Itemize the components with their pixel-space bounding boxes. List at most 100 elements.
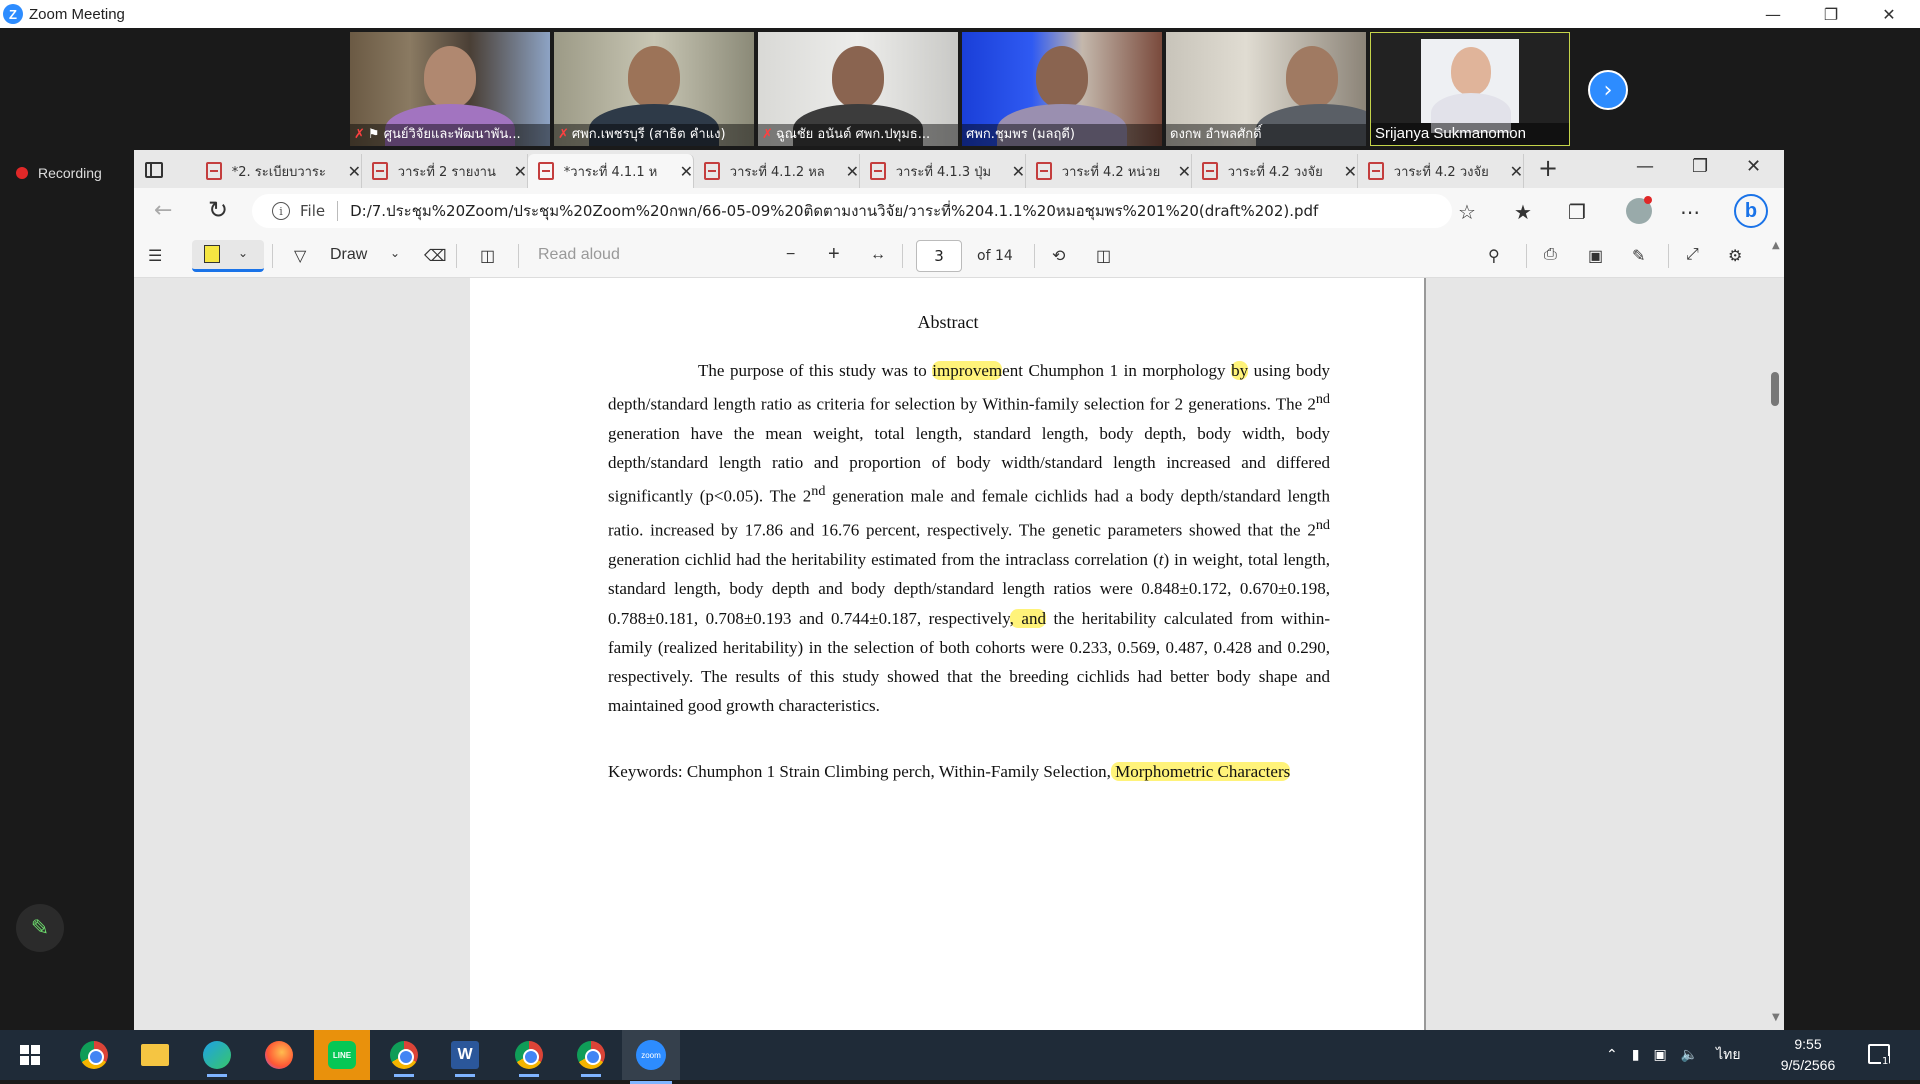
pdf-icon: [1368, 162, 1384, 180]
search-icon[interactable]: ⚲: [1488, 246, 1500, 266]
edge-taskbar-button[interactable]: [199, 1037, 235, 1077]
close-tab-icon[interactable]: ✕: [348, 162, 361, 181]
video-tile-active-speaker[interactable]: Srijanya Sukmanomon: [1370, 32, 1570, 146]
url-text[interactable]: D:/7.ประชุม%20Zoom/ประชุม%20Zoom%20กพก/6…: [350, 199, 1390, 223]
chrome-icon: [577, 1041, 605, 1069]
windows-taskbar: LINE W zoom ⌃ ▮ ▣ 🔈 ไทย 9:55 9/5/2566 1: [0, 1030, 1920, 1084]
collections-icon[interactable]: ❐: [1568, 200, 1586, 224]
video-tile[interactable]: ศพก.ชุมพร (มลฤดี): [962, 32, 1162, 146]
close-tab-icon[interactable]: ✕: [1178, 162, 1191, 181]
chrome-profile-taskbar-button[interactable]: [511, 1037, 547, 1077]
browser-tab[interactable]: วาระที่ 4.1.3 ปุ่ม ✕: [860, 154, 1026, 188]
draw-icon[interactable]: ▽: [294, 246, 306, 266]
browser-close-button[interactable]: ✕: [1746, 156, 1761, 177]
network-icon[interactable]: ▣: [1653, 1047, 1666, 1063]
browser-tab[interactable]: วาระที่ 4.2 วงจัย ✕: [1192, 154, 1358, 188]
scroll-up-arrow-icon[interactable]: ▲: [1772, 240, 1780, 251]
input-language-indicator[interactable]: ไทย: [1716, 1044, 1740, 1066]
line-taskbar-button[interactable]: LINE: [314, 1030, 370, 1080]
video-tile[interactable]: ดงกพ อำพลศักดิ์: [1166, 32, 1366, 146]
browser-tab[interactable]: *2. ระเบียบวาระ ✕: [196, 154, 362, 188]
back-button[interactable]: ←: [154, 198, 172, 223]
zoom-taskbar-button[interactable]: zoom: [622, 1030, 680, 1084]
close-button[interactable]: ✕: [1860, 0, 1918, 28]
pdf-icon: [870, 162, 886, 180]
participant-name: Srijanya Sukmanomon: [1371, 123, 1569, 145]
start-button[interactable]: [12, 1037, 48, 1073]
file-explorer-taskbar-button[interactable]: [137, 1037, 173, 1073]
chrome-profile-taskbar-button[interactable]: [386, 1037, 422, 1077]
chrome-profile-taskbar-button[interactable]: [573, 1037, 609, 1077]
contents-list-icon[interactable]: ☰: [148, 246, 162, 266]
close-tab-icon[interactable]: ✕: [1510, 162, 1523, 181]
scroll-down-arrow-icon[interactable]: ▼: [1772, 1012, 1780, 1023]
pdf-toolbar: ☰ ⌄ ▽ Draw ⌄ ⌫ ◫ Read aloud − + ↔ 3 of 1…: [134, 234, 1784, 278]
new-tab-button[interactable]: +: [1538, 154, 1558, 182]
draw-options-chevron-icon[interactable]: ⌄: [390, 246, 400, 260]
browser-tab[interactable]: วาระที่ 2 รายงาน ✕: [362, 154, 528, 188]
bing-copilot-icon[interactable]: b: [1734, 194, 1768, 228]
draw-button[interactable]: Draw: [330, 246, 367, 264]
read-aloud-button[interactable]: Read aloud: [538, 246, 620, 264]
text-highlight[interactable]: by: [1231, 361, 1249, 380]
browser-tab[interactable]: วาระที่ 4.2 วงจัย ✕: [1358, 154, 1524, 188]
save-as-icon[interactable]: ✎: [1632, 246, 1645, 266]
word-taskbar-button[interactable]: W: [447, 1037, 483, 1077]
video-tile[interactable]: ✗ ศพก.เพชรบุรี (สาธิต คำแง): [554, 32, 754, 146]
close-tab-icon[interactable]: ✕: [514, 162, 527, 181]
toolbar-divider: [1526, 244, 1527, 268]
text-box-icon[interactable]: ◫: [480, 246, 495, 266]
favorite-star-icon[interactable]: ☆: [1458, 200, 1476, 224]
browser-minimize-button[interactable]: —: [1636, 156, 1654, 177]
browser-tab[interactable]: วาระที่ 4.1.2 หล ✕: [694, 154, 860, 188]
recording-indicator[interactable]: Recording: [16, 165, 102, 181]
chrome-taskbar-button[interactable]: [76, 1037, 112, 1073]
close-tab-icon[interactable]: ✕: [1344, 162, 1357, 181]
notification-count-badge: 1: [1881, 1056, 1890, 1067]
chevron-down-icon[interactable]: ⌄: [238, 246, 248, 260]
more-menu-icon[interactable]: ⋯: [1680, 200, 1700, 224]
page-number-input[interactable]: 3: [916, 240, 962, 272]
annotate-button[interactable]: ✎: [16, 904, 64, 952]
toolbar-divider: [272, 244, 273, 268]
gallery-next-button[interactable]: ›: [1588, 70, 1628, 110]
print-icon[interactable]: ⎙: [1544, 246, 1557, 264]
vertical-scrollbar[interactable]: [1768, 278, 1782, 1030]
restore-button[interactable]: ❐: [1802, 0, 1860, 28]
video-tile[interactable]: ✗ ฉูณชัย อนันต์ ศพก.ปทุมธ...: [758, 32, 958, 146]
reload-button[interactable]: ↻: [208, 196, 228, 224]
close-tab-icon[interactable]: ✕: [1012, 162, 1025, 181]
info-icon[interactable]: i: [272, 202, 290, 220]
close-tab-icon[interactable]: ✕: [680, 162, 693, 181]
pdf-icon: [372, 162, 388, 180]
url-box[interactable]: i File D:/7.ประชุม%20Zoom/ประชุม%20Zoom%…: [252, 194, 1452, 228]
browser-tab-active[interactable]: *วาระที่ 4.1.1 ห ✕: [528, 154, 694, 188]
browser-tab[interactable]: วาระที่ 4.2 หน่วย ✕: [1026, 154, 1192, 188]
battery-icon[interactable]: ▮: [1632, 1047, 1640, 1063]
page-view-icon[interactable]: ◫: [1096, 246, 1111, 266]
zoom-in-icon[interactable]: +: [828, 243, 840, 266]
fit-width-icon[interactable]: ↔: [870, 246, 886, 264]
browser-restore-button[interactable]: ❐: [1692, 156, 1708, 177]
volume-icon[interactable]: 🔈: [1681, 1047, 1698, 1063]
settings-gear-icon[interactable]: ⚙: [1728, 246, 1742, 266]
highlight-button[interactable]: ⌄: [192, 240, 264, 272]
scrollbar-thumb[interactable]: [1771, 372, 1779, 406]
fullscreen-icon[interactable]: ⤢: [1686, 246, 1699, 264]
zoom-out-icon[interactable]: −: [786, 246, 795, 264]
favorites-icon[interactable]: ★: [1514, 200, 1532, 224]
close-tab-icon[interactable]: ✕: [846, 162, 859, 181]
text-highlight[interactable]: , and: [1009, 608, 1046, 628]
show-hidden-icons-chevron-icon[interactable]: ⌃: [1606, 1047, 1618, 1063]
save-icon[interactable]: ▣: [1588, 246, 1603, 266]
eraser-icon[interactable]: ⌫: [424, 246, 447, 266]
tab-actions-button[interactable]: [134, 158, 174, 182]
participant-gallery: ✗ ⚑ ศูนย์วิจัยและพัฒนาพัน... ✗ ศพก.เพชรบุร…: [0, 28, 1920, 149]
text-highlight[interactable]: improvem: [932, 361, 1003, 380]
minimize-button[interactable]: —: [1744, 0, 1802, 28]
rotate-icon[interactable]: ⟲: [1052, 246, 1065, 266]
taskbar-clock[interactable]: 9:55 9/5/2566: [1768, 1034, 1848, 1076]
firefox-taskbar-button[interactable]: [261, 1037, 297, 1073]
text-highlight[interactable]: Morphometric Characters: [1110, 762, 1291, 781]
video-tile[interactable]: ✗ ⚑ ศูนย์วิจัยและพัฒนาพัน...: [350, 32, 550, 146]
